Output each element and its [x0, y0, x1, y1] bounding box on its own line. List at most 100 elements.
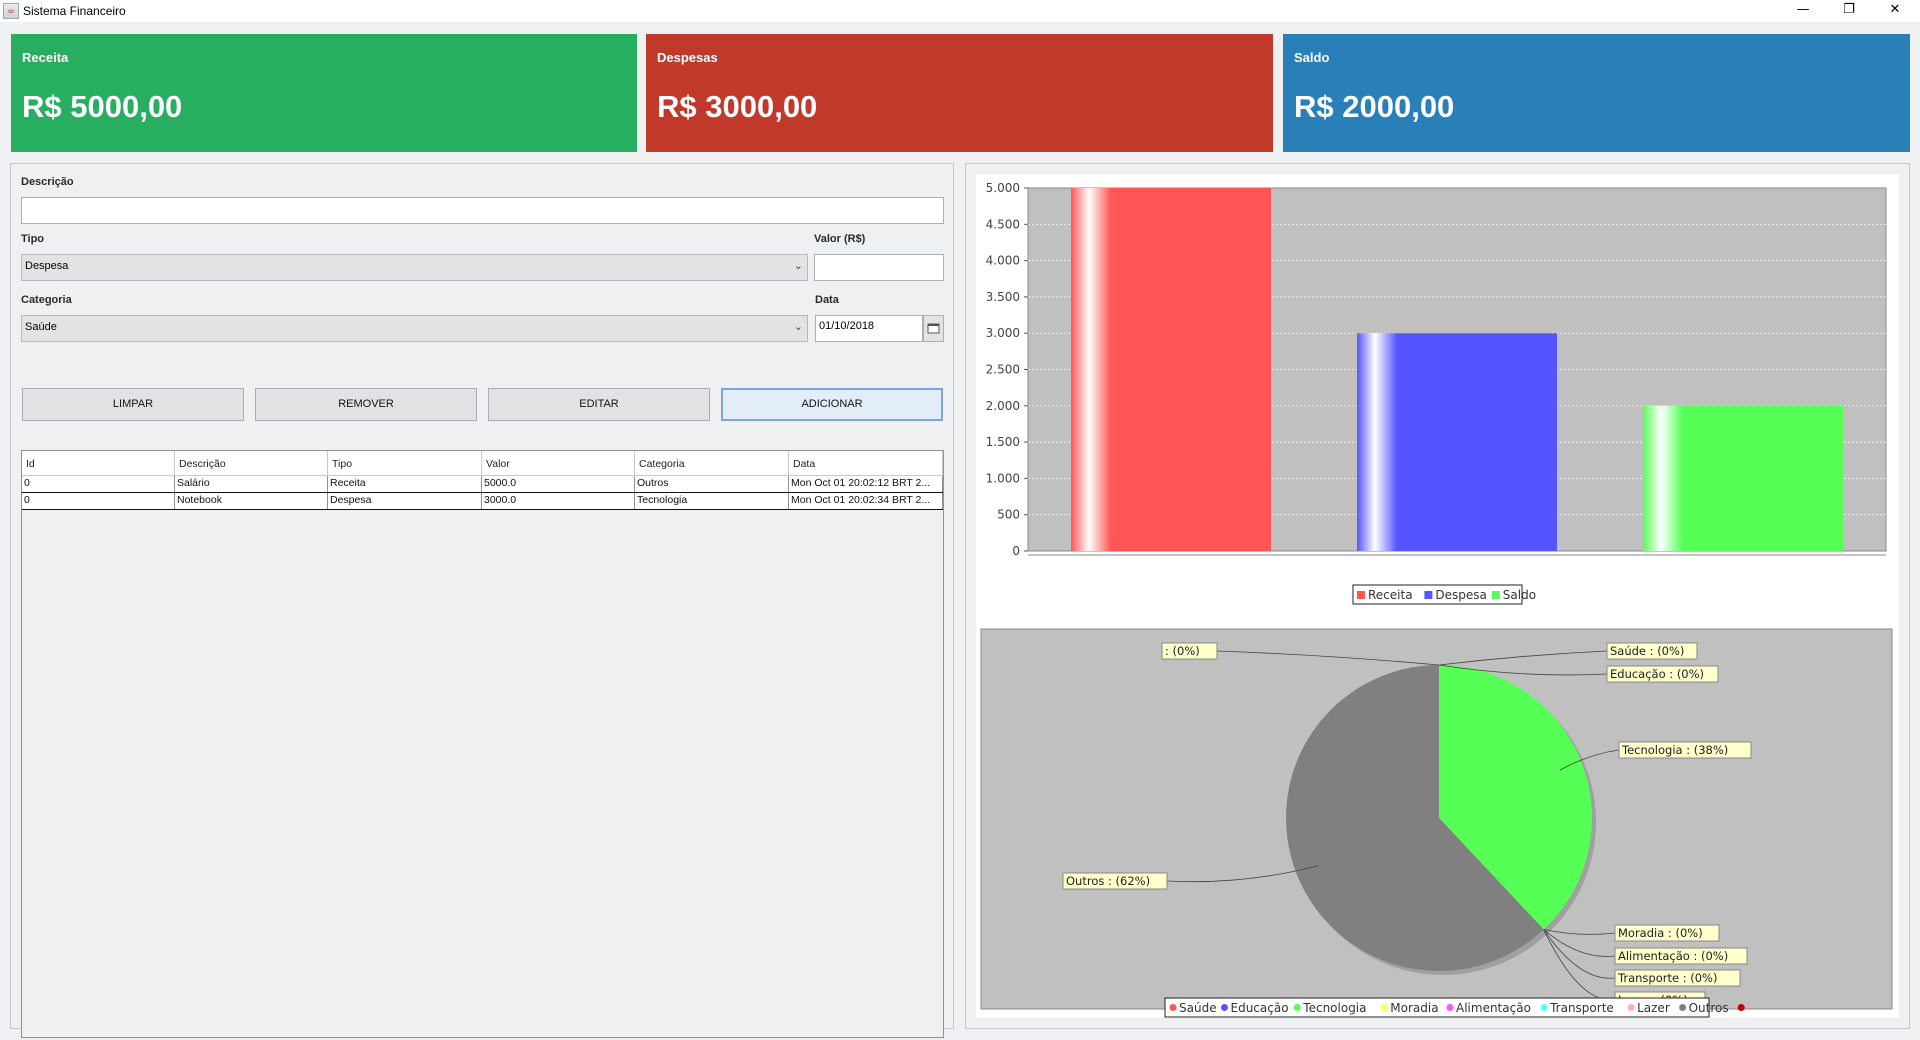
legend-swatch — [1737, 1004, 1745, 1011]
table-cell: Notebook — [175, 493, 328, 509]
table-cell: 5000.0 — [482, 476, 635, 492]
categoria-select[interactable]: Saúde ⌄ — [21, 315, 808, 342]
table-cell: Salário — [175, 476, 328, 492]
legend-swatch — [1169, 1004, 1177, 1011]
y-tick-label: 0 — [1012, 544, 1020, 558]
legend-label: Despesa — [1435, 588, 1486, 602]
data-label: Data — [815, 294, 839, 306]
tipo-select[interactable]: Despesa ⌄ — [21, 254, 808, 281]
legend-swatch — [1679, 1004, 1687, 1011]
legend-swatch — [1540, 1004, 1548, 1011]
valor-label: Valor (R$) — [814, 233, 866, 245]
bar-legend: Receita Despesa Saldo — [1352, 584, 1536, 605]
y-tick-label: 1.500 — [986, 435, 1020, 449]
tipo-selected-value: Despesa — [25, 260, 69, 272]
bar-despesa — [1357, 333, 1557, 551]
descricao-label: Descrição — [21, 176, 74, 188]
pie-chart-area: : (0%) Saúde : (0%) Educação : (0%) Tecnolo… — [976, 607, 1899, 1018]
legend-swatch — [1221, 1004, 1228, 1011]
tipo-label: Tipo — [21, 233, 45, 245]
bar-chart-area: 0 500 1.000 1.500 2.000 2.500 3.000 3.500 4.000 4… — [976, 174, 1899, 607]
table-cell: Despesa — [328, 493, 482, 509]
card-receita-value: R$ 5000,00 — [22, 89, 183, 124]
bar-receita — [1071, 188, 1271, 551]
legend-label: Tecnologia — [1302, 1001, 1366, 1015]
legend-swatch — [1293, 1004, 1301, 1011]
card-saldo-value: R$ 2000,00 — [1294, 89, 1455, 124]
column-header[interactable]: Valor — [482, 451, 635, 475]
maximize-button[interactable]: ❐ — [1826, 0, 1872, 22]
column-header[interactable]: Data — [789, 451, 943, 475]
card-despesas-label: Despesas — [657, 50, 718, 65]
remover-button[interactable]: REMOVER — [255, 388, 477, 421]
slice-label: Saúde : (0%) — [1610, 644, 1684, 658]
slice-label: Moradia : (0%) — [1618, 926, 1703, 940]
slice-label: Alimentação : (0%) — [1618, 949, 1728, 963]
close-button[interactable]: ✕ — [1872, 0, 1918, 22]
legend-label: Saúde — [1179, 1001, 1217, 1015]
descricao-field[interactable] — [21, 197, 944, 224]
y-tick-label: 1.000 — [986, 471, 1020, 485]
java-app-icon: ☕ — [3, 3, 19, 19]
card-despesas: Despesas R$ 3000,00 — [646, 34, 1273, 152]
y-tick-label: 2.500 — [986, 363, 1020, 377]
y-tick-label: 500 — [997, 508, 1020, 522]
legend-label: Moradia — [1390, 1001, 1438, 1015]
legend-swatch — [1627, 1004, 1635, 1011]
legend-swatch — [1446, 1004, 1454, 1011]
calendar-button[interactable] — [923, 315, 944, 342]
column-header[interactable]: Tipo — [328, 451, 482, 475]
legend-label: Educação — [1231, 1001, 1289, 1015]
main-content: Receita R$ 5000,00 Despesas R$ 3000,00 S… — [0, 22, 1920, 1040]
slice-label: : (0%) — [1165, 644, 1200, 658]
column-header[interactable]: Id — [22, 451, 175, 475]
window-title: Sistema Financeiro — [23, 4, 126, 18]
slice-label: Outros : (62%) — [1066, 874, 1150, 888]
valor-field[interactable] — [814, 254, 944, 281]
data-field[interactable]: 01/10/2018 — [815, 315, 923, 342]
legend-swatch — [1380, 1004, 1388, 1011]
table-cell: 3000.0 — [482, 493, 635, 509]
table-cell: 0 — [22, 476, 175, 492]
slice-label: Transporte : (0%) — [1617, 971, 1717, 985]
adicionar-button[interactable]: ADICIONAR — [721, 388, 943, 421]
limpar-button[interactable]: LIMPAR — [22, 388, 244, 421]
bar-saldo — [1643, 405, 1843, 551]
chevron-down-icon: ⌄ — [793, 260, 803, 272]
slice-label: Tecnologia : (38%) — [1621, 743, 1728, 757]
y-tick-label: 4.000 — [986, 254, 1020, 268]
transactions-table[interactable]: Id Descrição Tipo Valor Categoria Data 0… — [21, 450, 944, 1038]
legend-label: Receita — [1368, 588, 1413, 602]
legend-swatch — [1357, 591, 1365, 599]
table-row[interactable]: 0 Salário Receita 5000.0 Outros Mon Oct … — [22, 476, 943, 493]
legend-swatch — [1424, 591, 1433, 599]
card-saldo-label: Saldo — [1294, 50, 1330, 65]
table-cell: Outros — [635, 476, 789, 492]
table-cell: Tecnologia — [635, 493, 789, 509]
title-bar: ☕ Sistema Financeiro — ❐ ✕ — [0, 0, 1920, 22]
card-receita: Receita R$ 5000,00 — [11, 34, 637, 152]
pie-legend: Saúde Educação Tecnologia Moradia Alimentaçã… — [1164, 997, 1745, 1018]
editar-button[interactable]: EDITAR — [488, 388, 710, 421]
legend-label: Transporte — [1549, 1001, 1614, 1015]
legend-swatch — [1491, 591, 1500, 599]
table-cell: Receita — [328, 476, 482, 492]
table-header: Id Descrição Tipo Valor Categoria Data — [22, 451, 943, 476]
pie-chart: : (0%) Saúde : (0%) Educação : (0%) Tecnolo… — [980, 628, 1893, 1018]
y-tick-label: 4.500 — [986, 217, 1020, 231]
slice-label: Educação : (0%) — [1610, 667, 1704, 681]
bar-chart: 0 500 1.000 1.500 2.000 2.500 3.000 3.500 4.000 4… — [986, 181, 1887, 605]
column-header[interactable]: Descrição — [175, 451, 328, 475]
y-tick-label: 5.000 — [986, 181, 1020, 195]
legend-label: Saldo — [1503, 588, 1536, 602]
legend-label: Alimentação — [1456, 1001, 1531, 1015]
chevron-down-icon: ⌄ — [793, 321, 803, 333]
legend-label: Lazer — [1637, 1001, 1670, 1015]
table-cell: Mon Oct 01 20:02:12 BRT 2... — [789, 476, 943, 492]
table-row[interactable]: 0 Notebook Despesa 3000.0 Tecnologia Mon… — [22, 493, 943, 510]
minimize-button[interactable]: — — [1780, 0, 1826, 22]
table-cell: 0 — [22, 493, 175, 509]
table-cell: Mon Oct 01 20:02:34 BRT 2... — [789, 493, 943, 509]
categoria-label: Categoria — [21, 294, 72, 306]
column-header[interactable]: Categoria — [635, 451, 789, 475]
